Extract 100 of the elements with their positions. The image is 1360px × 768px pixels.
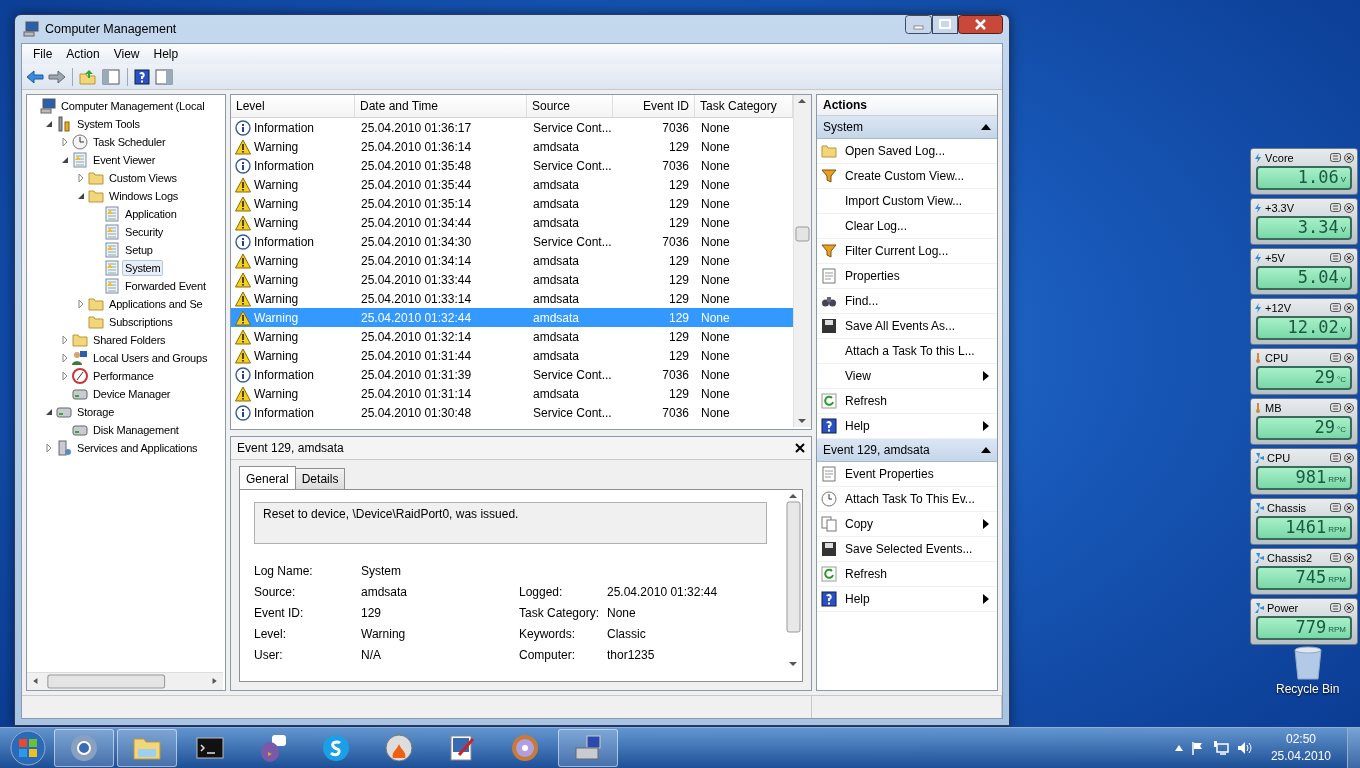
settings-icon[interactable] bbox=[1330, 303, 1341, 312]
collapse-icon[interactable] bbox=[44, 407, 54, 417]
column-header[interactable]: Event ID bbox=[613, 95, 695, 117]
action-link[interactable]: Clear Log... bbox=[845, 219, 989, 233]
tree-item[interactable]: Shared Folders bbox=[90, 332, 169, 348]
collapse-icon[interactable] bbox=[981, 447, 991, 453]
action-link[interactable]: Open Saved Log... bbox=[845, 144, 989, 158]
taskbar-button[interactable] bbox=[54, 729, 114, 767]
tree-item[interactable]: Application bbox=[122, 206, 180, 222]
vertical-scrollbar[interactable] bbox=[793, 95, 811, 427]
tree-item[interactable]: Forwarded Event bbox=[122, 278, 209, 294]
event-row[interactable]: Warning 25.04.2010 01:31:44 amdsata 129 None bbox=[231, 346, 793, 365]
action-link[interactable]: Attach a Task To this L... bbox=[845, 344, 989, 358]
clock[interactable]: 02:50 25.04.2010 bbox=[1260, 731, 1341, 765]
settings-icon[interactable] bbox=[1330, 503, 1341, 512]
action-link[interactable]: Refresh bbox=[845, 394, 989, 408]
expand-icon[interactable] bbox=[60, 353, 70, 363]
help-button[interactable] bbox=[134, 68, 150, 85]
close-icon[interactable] bbox=[1344, 502, 1354, 513]
tree-item[interactable]: System bbox=[122, 260, 164, 276]
close-icon[interactable] bbox=[1344, 302, 1354, 313]
minimize-button[interactable] bbox=[905, 15, 932, 34]
section-header[interactable]: System bbox=[817, 116, 997, 139]
settings-icon[interactable] bbox=[1330, 603, 1341, 612]
tree-item[interactable]: Windows Logs bbox=[106, 188, 182, 204]
collapse-icon[interactable] bbox=[981, 124, 991, 130]
column-header[interactable]: Source bbox=[527, 95, 613, 117]
action-link[interactable]: Properties bbox=[845, 269, 989, 283]
tree-item[interactable]: Services and Applications bbox=[74, 440, 201, 456]
show-hidden-icons-icon[interactable] bbox=[1174, 745, 1183, 751]
event-row[interactable]: Warning 25.04.2010 01:35:14 amdsata 129 None bbox=[231, 194, 793, 213]
tree-item[interactable]: Applications and Se bbox=[106, 296, 206, 312]
column-header[interactable]: Level bbox=[231, 95, 355, 117]
close-icon[interactable] bbox=[1344, 402, 1354, 413]
tree-item[interactable]: Local Users and Groups bbox=[90, 350, 211, 366]
action-link[interactable]: Attach Task To This Ev... bbox=[845, 492, 989, 506]
tree-item[interactable]: Disk Management bbox=[90, 422, 182, 438]
flag-icon[interactable] bbox=[1190, 741, 1205, 755]
menu-item[interactable]: View bbox=[106, 45, 147, 63]
event-row[interactable]: Information 25.04.2010 01:34:30 Service Cont... 7036 None bbox=[231, 232, 793, 251]
expand-icon[interactable] bbox=[76, 299, 86, 309]
tree-item[interactable]: Storage bbox=[74, 404, 118, 420]
action-link[interactable]: Help bbox=[845, 419, 975, 433]
collapse-icon[interactable] bbox=[76, 191, 86, 201]
action-link[interactable]: Find... bbox=[845, 294, 989, 308]
tree-item[interactable]: Custom Views bbox=[106, 170, 180, 186]
horizontal-scrollbar[interactable] bbox=[27, 672, 223, 690]
show-tree-button[interactable] bbox=[101, 67, 121, 86]
close-icon[interactable] bbox=[1344, 602, 1354, 613]
tree-item[interactable]: Security bbox=[122, 224, 167, 240]
tab[interactable]: General bbox=[239, 466, 296, 489]
action-link[interactable]: Help bbox=[845, 592, 975, 606]
event-row[interactable]: Warning 25.04.2010 01:36:14 amdsata 129 None bbox=[231, 137, 793, 156]
action-link[interactable]: Create Custom View... bbox=[845, 169, 989, 183]
action-link[interactable]: Save Selected Events... bbox=[845, 542, 989, 556]
tree-item[interactable]: Subscriptions bbox=[106, 314, 176, 330]
action-link[interactable]: Save All Events As... bbox=[845, 319, 989, 333]
forward-button[interactable] bbox=[48, 68, 66, 85]
action-link[interactable]: Import Custom View... bbox=[845, 194, 989, 208]
event-row[interactable]: Information 25.04.2010 01:30:48 Service Cont... 7036 None bbox=[231, 403, 793, 422]
expand-icon[interactable] bbox=[60, 371, 70, 381]
event-row[interactable]: Warning 25.04.2010 01:34:14 amdsata 129 None bbox=[231, 251, 793, 270]
close-button[interactable] bbox=[958, 15, 1003, 34]
settings-icon[interactable] bbox=[1330, 253, 1341, 262]
taskbar-button[interactable] bbox=[558, 729, 618, 767]
tree-item[interactable]: Event Viewer bbox=[90, 152, 159, 168]
event-row[interactable]: Warning 25.04.2010 01:32:14 amdsata 129 None bbox=[231, 327, 793, 346]
event-row[interactable]: Warning 25.04.2010 01:35:44 amdsata 129 None bbox=[231, 175, 793, 194]
event-row[interactable]: Warning 25.04.2010 01:33:14 amdsata 129 None bbox=[231, 289, 793, 308]
tab[interactable]: Details bbox=[294, 468, 346, 489]
close-icon[interactable] bbox=[1344, 202, 1354, 213]
network-icon[interactable] bbox=[1212, 741, 1229, 755]
menu-item[interactable]: Help bbox=[146, 45, 186, 63]
speaker-icon[interactable] bbox=[1236, 741, 1253, 755]
close-icon[interactable] bbox=[1344, 352, 1354, 363]
column-header[interactable]: Date and Time bbox=[355, 95, 527, 117]
settings-icon[interactable] bbox=[1330, 353, 1341, 362]
settings-icon[interactable] bbox=[1330, 153, 1341, 162]
action-link[interactable]: Refresh bbox=[845, 567, 989, 581]
maximize-button[interactable] bbox=[932, 15, 958, 34]
tree-item[interactable]: Computer Management (Local bbox=[58, 98, 208, 114]
close-icon[interactable] bbox=[1344, 152, 1354, 163]
tree-item[interactable]: Performance bbox=[90, 368, 157, 384]
event-row[interactable]: Information 25.04.2010 01:35:48 Service Cont... 7036 None bbox=[231, 156, 793, 175]
close-icon[interactable] bbox=[1344, 552, 1354, 563]
event-row[interactable]: Warning 25.04.2010 01:34:44 amdsata 129 None bbox=[231, 213, 793, 232]
settings-icon[interactable] bbox=[1330, 453, 1341, 462]
event-row[interactable]: Information 25.04.2010 01:36:17 Service Cont... 7036 None bbox=[231, 118, 793, 137]
tree-item[interactable]: Setup bbox=[122, 242, 156, 258]
up-folder-button[interactable] bbox=[79, 68, 97, 85]
tree-item[interactable]: Device Manager bbox=[90, 386, 174, 402]
tree-item[interactable]: Task Scheduler bbox=[90, 134, 169, 150]
settings-icon[interactable] bbox=[1330, 203, 1341, 212]
collapse-icon[interactable] bbox=[60, 155, 70, 165]
menu-item[interactable]: Action bbox=[59, 45, 107, 63]
settings-icon[interactable] bbox=[1330, 403, 1341, 412]
taskbar-button[interactable] bbox=[117, 729, 177, 767]
settings-icon[interactable] bbox=[1330, 553, 1341, 562]
expand-icon[interactable] bbox=[60, 137, 70, 147]
close-icon[interactable] bbox=[1344, 252, 1354, 263]
